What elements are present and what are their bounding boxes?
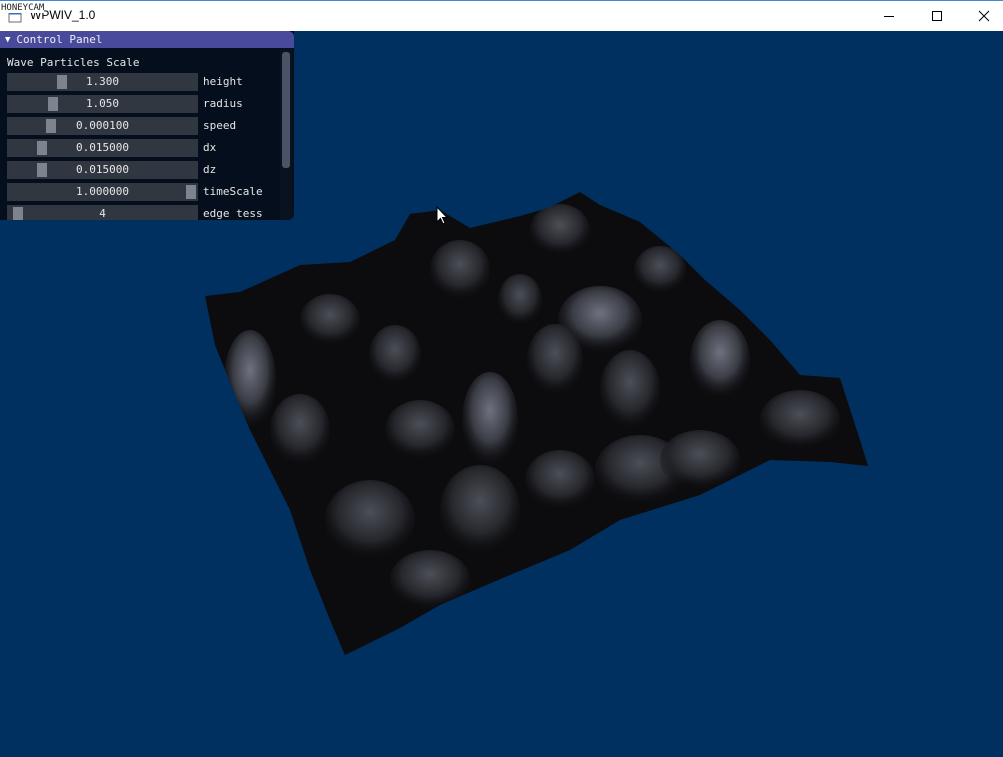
slider-label: dx [203,141,217,154]
slider-value: 0.000100 [76,119,129,132]
control-panel-title: Control Panel [16,33,103,46]
watermark: HONEYCAM [1,3,45,13]
slider-track[interactable]: 1.300 [7,73,198,91]
minimize-icon [884,16,894,17]
slider-dz[interactable]: 0.015000 dz [7,161,279,179]
maximize-button[interactable] [914,1,960,31]
slider-track[interactable]: 4 [7,205,198,220]
close-button[interactable] [961,1,1003,31]
slider-track[interactable]: 0.000100 [7,117,198,135]
mouse-cursor-icon [436,206,448,225]
slider-track[interactable]: 1.050 [7,95,198,113]
slider-label: edge tess [203,207,263,220]
slider-label: dz [203,163,217,176]
slider-label: radius [203,97,243,110]
slider-value: 0.015000 [76,163,129,176]
slider-value: 1.000000 [76,185,129,198]
slider-track[interactable]: 0.015000 [7,139,198,157]
slider-value: 0.015000 [76,141,129,154]
slider-height[interactable]: 1.300 height [7,73,279,91]
triangle-down-icon[interactable]: ▼ [5,35,10,45]
panel-scrollbar[interactable] [280,49,292,220]
slider-dx[interactable]: 0.015000 dx [7,139,279,157]
slider-edge-tess[interactable]: 4 edge tess [7,205,279,220]
slider-track[interactable]: 1.000000 [7,183,198,201]
control-panel: ▼ Control Panel Wave Particles Scale 1.3… [0,31,294,220]
app-window: HONEYCAM WPWIV_1.0 ▼ Control Panel Wave … [0,0,1003,757]
control-panel-header[interactable]: ▼ Control Panel [0,31,294,48]
scrollbar-thumb[interactable] [282,52,290,168]
slider-label: timeScale [203,185,263,198]
section-label: Wave Particles Scale [7,56,140,69]
slider-value: 1.300 [85,75,120,88]
minimize-button[interactable] [866,1,912,31]
slider-value: 4 [99,207,106,220]
close-icon [978,10,990,22]
slider-label: speed [203,119,237,132]
title-bar[interactable]: HONEYCAM WPWIV_1.0 [0,0,1003,31]
slider-label: height [203,75,243,88]
slider-value: 1.050 [85,97,120,110]
slider-track[interactable]: 0.015000 [7,161,198,179]
slider-timescale[interactable]: 1.000000 timeScale [7,183,279,201]
slider-speed[interactable]: 0.000100 speed [7,117,279,135]
slider-radius[interactable]: 1.050 radius [7,95,279,113]
maximize-icon [932,11,942,21]
